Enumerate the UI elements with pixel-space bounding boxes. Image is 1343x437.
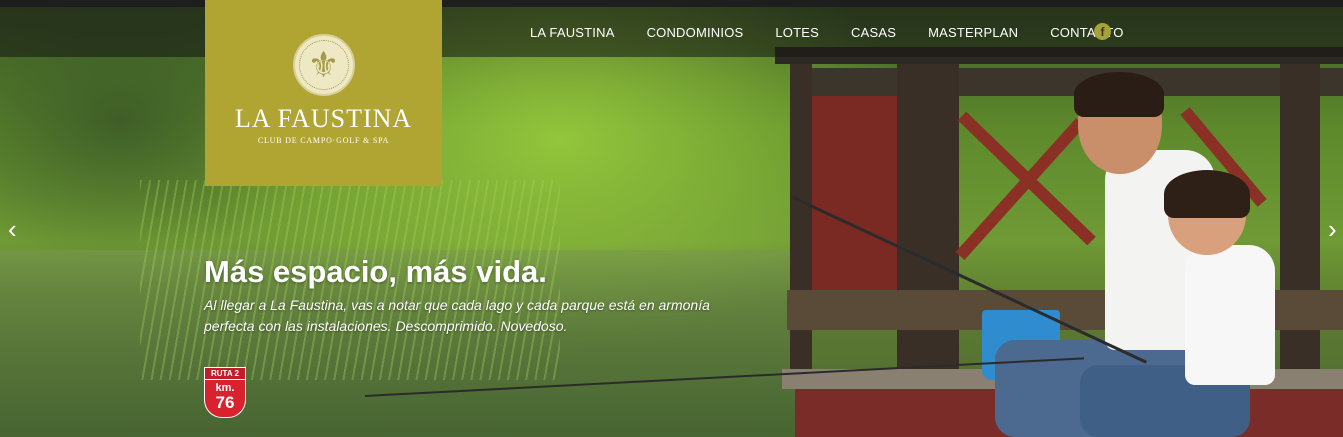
slider-prev-icon[interactable]: ‹ <box>8 216 17 242</box>
nav-item-condominios[interactable]: CONDOMINIOS <box>647 25 744 40</box>
route-badge-unit: km. <box>215 382 235 394</box>
fleur-de-lis-icon: ⚜ <box>292 34 355 96</box>
facebook-icon[interactable]: f <box>1094 23 1111 40</box>
man-hair <box>1074 72 1164 117</box>
nav-item-la-faustina[interactable]: LA FAUSTINA <box>530 25 615 40</box>
pier-post <box>1280 64 1320 384</box>
pier-beam <box>790 68 1343 96</box>
nav-item-lotes[interactable]: LOTES <box>775 25 819 40</box>
railing-panel <box>812 96 897 292</box>
route-badge-number: 76 <box>215 393 235 412</box>
hero-headline: Más espacio, más vida. <box>204 254 547 289</box>
nav-item-casas[interactable]: CASAS <box>851 25 896 40</box>
main-nav: LA FAUSTINA CONDOMINIOS LOTES CASAS MAST… <box>514 7 1140 57</box>
slider-next-icon[interactable]: › <box>1328 216 1337 242</box>
nav-item-contacto[interactable]: CONTACTO <box>1050 25 1123 40</box>
site-logo[interactable]: ⚜ LA FAUSTINA CLUB DE CAMPO·GOLF & SPA <box>205 0 442 186</box>
route-badge-label: RUTA 2 <box>204 367 246 380</box>
top-edge-bar <box>0 0 1343 7</box>
logo-title: LA FAUSTINA <box>234 104 413 133</box>
hero-slide-image <box>0 0 1343 437</box>
hero-description: Al llegar a La Faustina, vas a notar que… <box>204 297 710 334</box>
boy-body <box>1185 245 1275 385</box>
logo-subtitle: CLUB DE CAMPO·GOLF & SPA <box>257 136 390 145</box>
route-badge-shield: km. 76 <box>204 380 246 418</box>
nav-item-masterplan[interactable]: MASTERPLAN <box>928 25 1018 40</box>
pier-post <box>897 64 959 380</box>
emblem-glyph: ⚜ <box>307 44 340 85</box>
route-badge: RUTA 2 km. 76 <box>204 367 246 419</box>
boy-hair <box>1164 170 1250 218</box>
